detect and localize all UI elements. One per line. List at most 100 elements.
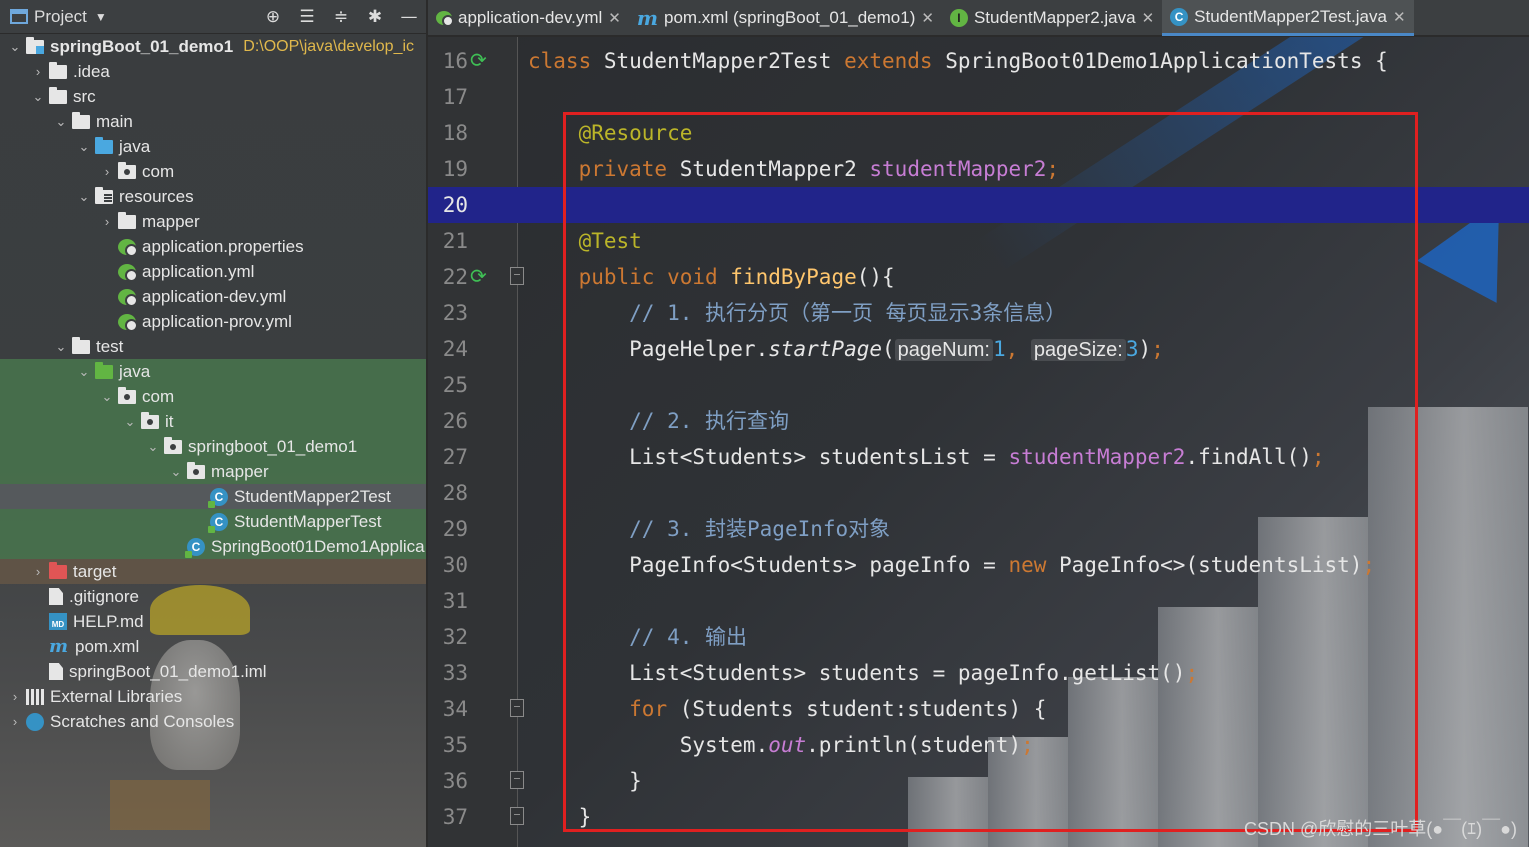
line-number[interactable]: 23 bbox=[428, 295, 468, 331]
line-number[interactable]: 16 bbox=[428, 43, 468, 79]
tree-item[interactable]: ⌄ springboot_01_demo1 bbox=[0, 434, 426, 459]
code-line[interactable]: 35 System.out.println(student); bbox=[428, 727, 1529, 763]
code-line[interactable]: 25 bbox=[428, 367, 1529, 403]
line-number[interactable]: 20 bbox=[428, 187, 468, 223]
tree-item[interactable]: StudentMapperTest bbox=[0, 509, 426, 534]
chevron-down-icon[interactable]: ⌄ bbox=[54, 339, 68, 355]
chevron-down-icon[interactable]: ⌄ bbox=[169, 464, 183, 480]
code-line[interactable]: 28 bbox=[428, 475, 1529, 511]
code-line[interactable]: 23 // 1. 执行分页（第一页 每页显示3条信息） bbox=[428, 295, 1529, 331]
line-number[interactable]: 25 bbox=[428, 367, 468, 403]
chevron-down-icon[interactable]: ⌄ bbox=[31, 89, 45, 105]
close-icon[interactable]: ✕ bbox=[1393, 8, 1406, 26]
tree-item[interactable]: springBoot_01_demo1.iml bbox=[0, 659, 426, 684]
tree-item[interactable]: application.properties bbox=[0, 234, 426, 259]
code-line[interactable]: 18 @Resource bbox=[428, 115, 1529, 151]
tree-item[interactable]: m pom.xml bbox=[0, 634, 426, 659]
tree-item[interactable]: application-dev.yml bbox=[0, 284, 426, 309]
tree-item[interactable]: application.yml bbox=[0, 259, 426, 284]
target-icon[interactable]: ⊕ bbox=[263, 7, 283, 27]
tree-item[interactable]: ⌄ test bbox=[0, 334, 426, 359]
fold-marker-icon[interactable] bbox=[510, 807, 524, 825]
code-line[interactable]: 24 PageHelper.startPage(pageNum: 1, pageS… bbox=[428, 331, 1529, 367]
code-line[interactable]: 26 // 2. 执行查询 bbox=[428, 403, 1529, 439]
tree-item[interactable]: StudentMapper2Test bbox=[0, 484, 426, 509]
tree-item[interactable]: ⌄ src bbox=[0, 84, 426, 109]
close-icon[interactable]: ✕ bbox=[1142, 9, 1155, 27]
fold-marker-icon[interactable] bbox=[510, 771, 524, 789]
chevron-right-icon[interactable]: › bbox=[31, 564, 45, 579]
line-number[interactable]: 37 bbox=[428, 799, 468, 835]
line-number[interactable]: 34 bbox=[428, 691, 468, 727]
line-number[interactable]: 36 bbox=[428, 763, 468, 799]
run-test-icon[interactable]: ⟳ bbox=[470, 265, 492, 287]
fold-marker-icon[interactable] bbox=[510, 267, 524, 285]
chevron-down-icon[interactable]: ⌄ bbox=[100, 389, 114, 405]
tree-item[interactable]: › External Libraries bbox=[0, 684, 426, 709]
chevron-down-icon[interactable]: ⌄ bbox=[77, 364, 91, 380]
line-number[interactable]: 22 bbox=[428, 259, 468, 295]
line-number[interactable]: 33 bbox=[428, 655, 468, 691]
tree-item[interactable]: ⌄ com bbox=[0, 384, 426, 409]
line-number[interactable]: 31 bbox=[428, 583, 468, 619]
chevron-down-icon[interactable]: ⌄ bbox=[54, 114, 68, 130]
tree-item[interactable]: SpringBoot01Demo1Applica bbox=[0, 534, 426, 559]
code-line[interactable]: 22 ⟳ public void findByPage(){ bbox=[428, 259, 1529, 295]
line-number[interactable]: 27 bbox=[428, 439, 468, 475]
run-test-icon[interactable]: ⟳ bbox=[470, 49, 492, 71]
code-line[interactable]: 20 bbox=[428, 187, 1529, 223]
gear-icon[interactable]: ✱ bbox=[365, 7, 385, 27]
chevron-down-icon[interactable]: ⌄ bbox=[8, 39, 22, 55]
chevron-down-icon[interactable]: ⌄ bbox=[77, 189, 91, 205]
line-number[interactable]: 35 bbox=[428, 727, 468, 763]
code-line[interactable]: 16 ⟳ class StudentMapper2Test extends Spri… bbox=[428, 43, 1529, 79]
code-line[interactable]: 32 // 4. 输出 bbox=[428, 619, 1529, 655]
project-view-selector[interactable]: Project ▼ bbox=[10, 7, 107, 27]
code-line[interactable]: 31 bbox=[428, 583, 1529, 619]
code-line[interactable]: 19 private StudentMapper2 studentMapper2… bbox=[428, 151, 1529, 187]
tree-item[interactable]: ⌄ it bbox=[0, 409, 426, 434]
tree-item[interactable]: .gitignore bbox=[0, 584, 426, 609]
chevron-down-icon[interactable]: ⌄ bbox=[123, 414, 137, 430]
tree-item[interactable]: ⌄ mapper bbox=[0, 459, 426, 484]
line-number[interactable]: 32 bbox=[428, 619, 468, 655]
editor-tab[interactable]: application-dev.yml ✕ bbox=[428, 0, 629, 36]
line-number[interactable]: 29 bbox=[428, 511, 468, 547]
tree-item[interactable]: › Scratches and Consoles bbox=[0, 709, 426, 734]
code-line[interactable]: 30 PageInfo<Students> pageInfo = new Pag… bbox=[428, 547, 1529, 583]
code-line[interactable]: 34 for (Students student:students) { bbox=[428, 691, 1529, 727]
line-number[interactable]: 28 bbox=[428, 475, 468, 511]
collapse-all-icon[interactable]: ≑ bbox=[331, 7, 351, 27]
line-number[interactable]: 18 bbox=[428, 115, 468, 151]
tree-item[interactable]: MD HELP.md bbox=[0, 609, 426, 634]
close-icon[interactable]: ✕ bbox=[921, 9, 934, 27]
fold-marker-icon[interactable] bbox=[510, 699, 524, 717]
chevron-right-icon[interactable]: › bbox=[8, 714, 22, 729]
minimize-icon[interactable]: — bbox=[399, 7, 419, 27]
chevron-right-icon[interactable]: › bbox=[100, 214, 114, 229]
editor-tab[interactable]: m pom.xml (springBoot_01_demo1) ✕ bbox=[629, 0, 942, 36]
chevron-down-icon[interactable]: ⌄ bbox=[146, 439, 160, 455]
chevron-right-icon[interactable]: › bbox=[8, 689, 22, 704]
line-number[interactable]: 17 bbox=[428, 79, 468, 115]
tree-item[interactable]: ⌄ springBoot_01_demo1 D:\OOP\java\develop_… bbox=[0, 34, 426, 59]
code-line[interactable]: 21 @Test bbox=[428, 223, 1529, 259]
tree-item[interactable]: ⌄ main bbox=[0, 109, 426, 134]
code-editor[interactable]: 16 ⟳ class StudentMapper2Test extends Spri… bbox=[428, 37, 1529, 847]
line-number[interactable]: 26 bbox=[428, 403, 468, 439]
editor-tab[interactable]: C StudentMapper2Test.java ✕ bbox=[1162, 0, 1414, 36]
chevron-right-icon[interactable]: › bbox=[100, 164, 114, 179]
tree-item[interactable]: application-prov.yml bbox=[0, 309, 426, 334]
code-line[interactable]: 29 // 3. 封装PageInfo对象 bbox=[428, 511, 1529, 547]
line-number[interactable]: 24 bbox=[428, 331, 468, 367]
close-icon[interactable]: ✕ bbox=[608, 9, 621, 27]
code-line[interactable]: 27 List<Students> studentsList = student… bbox=[428, 439, 1529, 475]
chevron-down-icon[interactable]: ⌄ bbox=[77, 139, 91, 155]
tree-item[interactable]: › .idea bbox=[0, 59, 426, 84]
line-number[interactable]: 19 bbox=[428, 151, 468, 187]
line-number[interactable]: 30 bbox=[428, 547, 468, 583]
tree-item[interactable]: › com bbox=[0, 159, 426, 184]
tree-item[interactable]: › mapper bbox=[0, 209, 426, 234]
code-line[interactable]: 36 } bbox=[428, 763, 1529, 799]
chevron-right-icon[interactable]: › bbox=[31, 64, 45, 79]
